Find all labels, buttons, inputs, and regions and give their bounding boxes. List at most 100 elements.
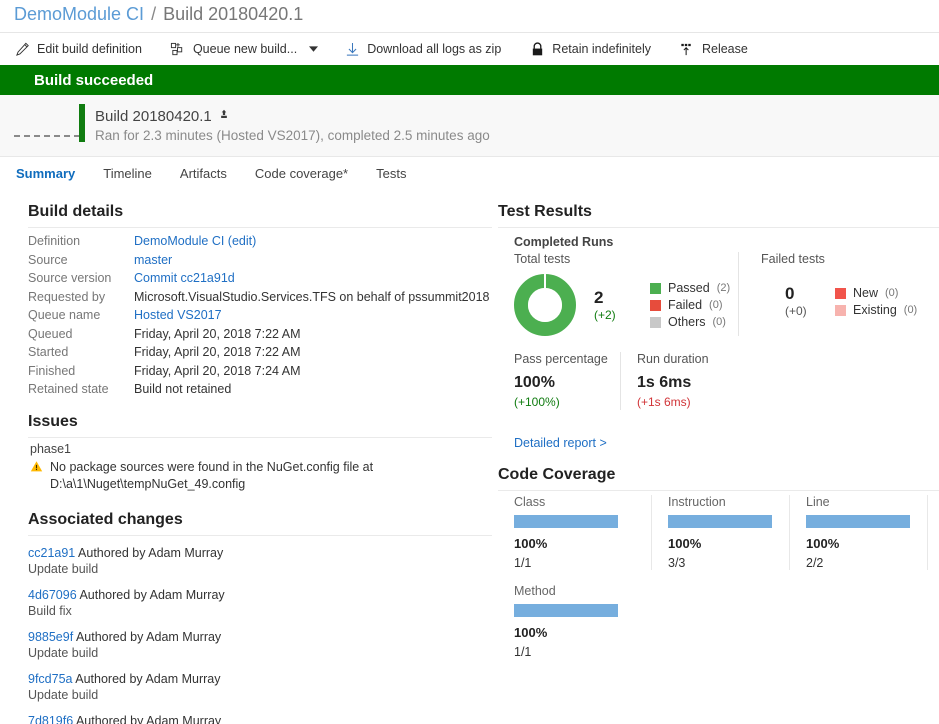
- download-logs-label: Download all logs as zip: [367, 42, 502, 56]
- tab-artifacts[interactable]: Artifacts: [180, 166, 227, 181]
- test-results-heading: Test Results: [498, 203, 592, 220]
- legend-count: (0): [709, 298, 723, 311]
- table-row: Source version Commit cc21a91d: [28, 269, 492, 288]
- pass-percentage-value: 100%: [514, 374, 555, 391]
- legend-label: Others: [668, 314, 706, 329]
- retained-state-value: Build not retained: [134, 382, 232, 396]
- detail-key: Retained state: [28, 382, 109, 396]
- pencil-icon: [14, 41, 30, 57]
- legend-count: (0): [885, 286, 899, 299]
- test-results-divider: [498, 227, 939, 228]
- total-tests-delta: (+2): [594, 307, 616, 322]
- coverage-percent: 100%: [514, 536, 548, 551]
- table-row: Source master: [28, 251, 492, 270]
- edit-build-definition-button[interactable]: Edit build definition: [14, 41, 142, 57]
- total-tests-block: Total tests 2 (+2) Passed (2) Failed (0)…: [514, 252, 738, 336]
- change-id-link[interactable]: 9fcd75a: [28, 672, 72, 686]
- list-item: 4d67096 Authored by Adam Murray Build fi…: [28, 587, 492, 620]
- legend-item-failed: Failed (0): [650, 297, 730, 314]
- coverage-name: Method: [514, 584, 556, 598]
- change-id-link[interactable]: 9885e9f: [28, 630, 73, 644]
- queue-new-build-dropdown[interactable]: [309, 45, 319, 53]
- total-tests-value: 2: [594, 287, 604, 307]
- legend-item-passed: Passed (2): [650, 280, 730, 297]
- summary-content: Build details Definition DemoModule CI (…: [0, 189, 939, 724]
- change-id-link[interactable]: cc21a91: [28, 546, 75, 560]
- change-id-link[interactable]: 4d67096: [28, 588, 77, 602]
- change-message: Update build: [28, 562, 99, 576]
- breadcrumb-definition-link[interactable]: DemoModule CI: [14, 4, 144, 24]
- build-summary-strip: Build 20180420.1 Ran for 2.3 minutes (Ho…: [0, 95, 939, 157]
- issues-divider: [28, 436, 492, 438]
- legend-label: Existing: [853, 302, 897, 317]
- issues-heading: Issues: [28, 412, 78, 430]
- legend-label: Failed: [668, 297, 703, 312]
- coverage-fraction: 2/2: [806, 556, 824, 570]
- legend-item-new: New (0): [835, 285, 917, 302]
- download-arrow-icon: [344, 41, 360, 57]
- table-row: Definition DemoModule CI (edit): [28, 232, 492, 251]
- tab-code-coverage[interactable]: Code coverage*: [255, 166, 348, 181]
- code-coverage-grid: Class 100% 1/1 Instruction 100% 3/3 Line…: [514, 495, 939, 673]
- breadcrumb-current: Build 20180420.1: [163, 4, 304, 24]
- tab-tests[interactable]: Tests: [376, 166, 406, 181]
- pass-percentage-delta: (+100%): [514, 395, 560, 409]
- total-tests-donut-chart: [514, 274, 576, 336]
- source-version-link[interactable]: Commit cc21a91d: [134, 271, 235, 285]
- coverage-bar: [514, 604, 618, 617]
- pass-percentage-label: Pass percentage: [514, 352, 608, 366]
- status-banner-text: Build succeeded: [34, 71, 154, 89]
- legend-item-others: Others (0): [650, 314, 730, 331]
- tab-summary[interactable]: Summary: [16, 166, 75, 181]
- retain-indefinitely-button[interactable]: Retain indefinitely: [529, 41, 651, 57]
- list-item: cc21a91 Authored by Adam Murray Update b…: [28, 545, 492, 578]
- queued-value: Friday, April 20, 2018 7:22 AM: [134, 326, 301, 341]
- legend-label: Passed: [668, 280, 710, 295]
- issue-item: No package sources were found in the NuG…: [30, 459, 492, 493]
- edit-build-definition-label: Edit build definition: [37, 42, 142, 56]
- detail-key: Requested by: [28, 289, 106, 304]
- change-message: Build fix: [28, 604, 72, 618]
- breadcrumb: DemoModule CI / Build 20180420.1: [0, 0, 939, 32]
- total-tests-legend: Passed (2) Failed (0) Others (0): [650, 280, 730, 331]
- build-toolbar: Edit build definition Queue new build...…: [0, 32, 939, 65]
- coverage-bar: [668, 515, 772, 528]
- change-id-link[interactable]: 7d819f6: [28, 714, 73, 724]
- change-author: Authored by Adam Murray: [72, 671, 221, 686]
- change-author: Authored by Adam Murray: [73, 629, 222, 644]
- failed-swatch-icon: [650, 299, 661, 311]
- tab-timeline[interactable]: Timeline: [103, 166, 152, 181]
- queue-new-build-button[interactable]: Queue new build...: [170, 41, 297, 57]
- queue-new-build-label: Queue new build...: [192, 42, 298, 56]
- build-details-table: Definition DemoModule CI (edit) Source m…: [28, 232, 492, 399]
- pass-percentage-block: Pass percentage 100% (+100%): [514, 352, 620, 410]
- lock-icon: [529, 41, 545, 57]
- code-coverage-heading: Code Coverage: [498, 466, 616, 483]
- breadcrumb-separator: /: [151, 4, 157, 24]
- failed-tests-label: Failed tests: [761, 252, 825, 266]
- download-logs-button[interactable]: Download all logs as zip: [344, 41, 501, 57]
- coverage-fraction: 1/1: [514, 645, 532, 659]
- definition-link[interactable]: DemoModule CI (edit): [134, 234, 256, 248]
- summary-tabs: Summary Timeline Artifacts Code coverage…: [0, 157, 939, 189]
- release-button[interactable]: Release: [679, 41, 748, 57]
- build-name-label: Build 20180420.1: [95, 108, 212, 125]
- queue-name-link[interactable]: Hosted VS2017: [134, 308, 222, 322]
- detail-key: Source version: [28, 271, 112, 285]
- started-value: Friday, April 20, 2018 7:22 AM: [134, 345, 301, 359]
- associated-changes-divider: [28, 534, 492, 536]
- coverage-percent: 100%: [514, 625, 548, 640]
- run-duration-delta: (+1s 6ms): [637, 395, 691, 409]
- detailed-report-link[interactable]: Detailed report >: [514, 436, 939, 450]
- others-swatch-icon: [650, 316, 661, 328]
- failed-tests-value: 0: [785, 284, 795, 303]
- release-upload-icon: [679, 41, 695, 57]
- coverage-percent: 100%: [806, 536, 840, 551]
- coverage-fraction: 1/1: [514, 556, 532, 570]
- source-link[interactable]: master: [134, 253, 172, 267]
- issue-phase-label: phase1: [30, 441, 72, 456]
- queue-build-icon: [170, 41, 186, 57]
- completed-runs-label: Completed Runs: [514, 235, 614, 249]
- coverage-cell-class: Class 100% 1/1: [514, 495, 652, 570]
- detail-key: Queue name: [28, 308, 101, 322]
